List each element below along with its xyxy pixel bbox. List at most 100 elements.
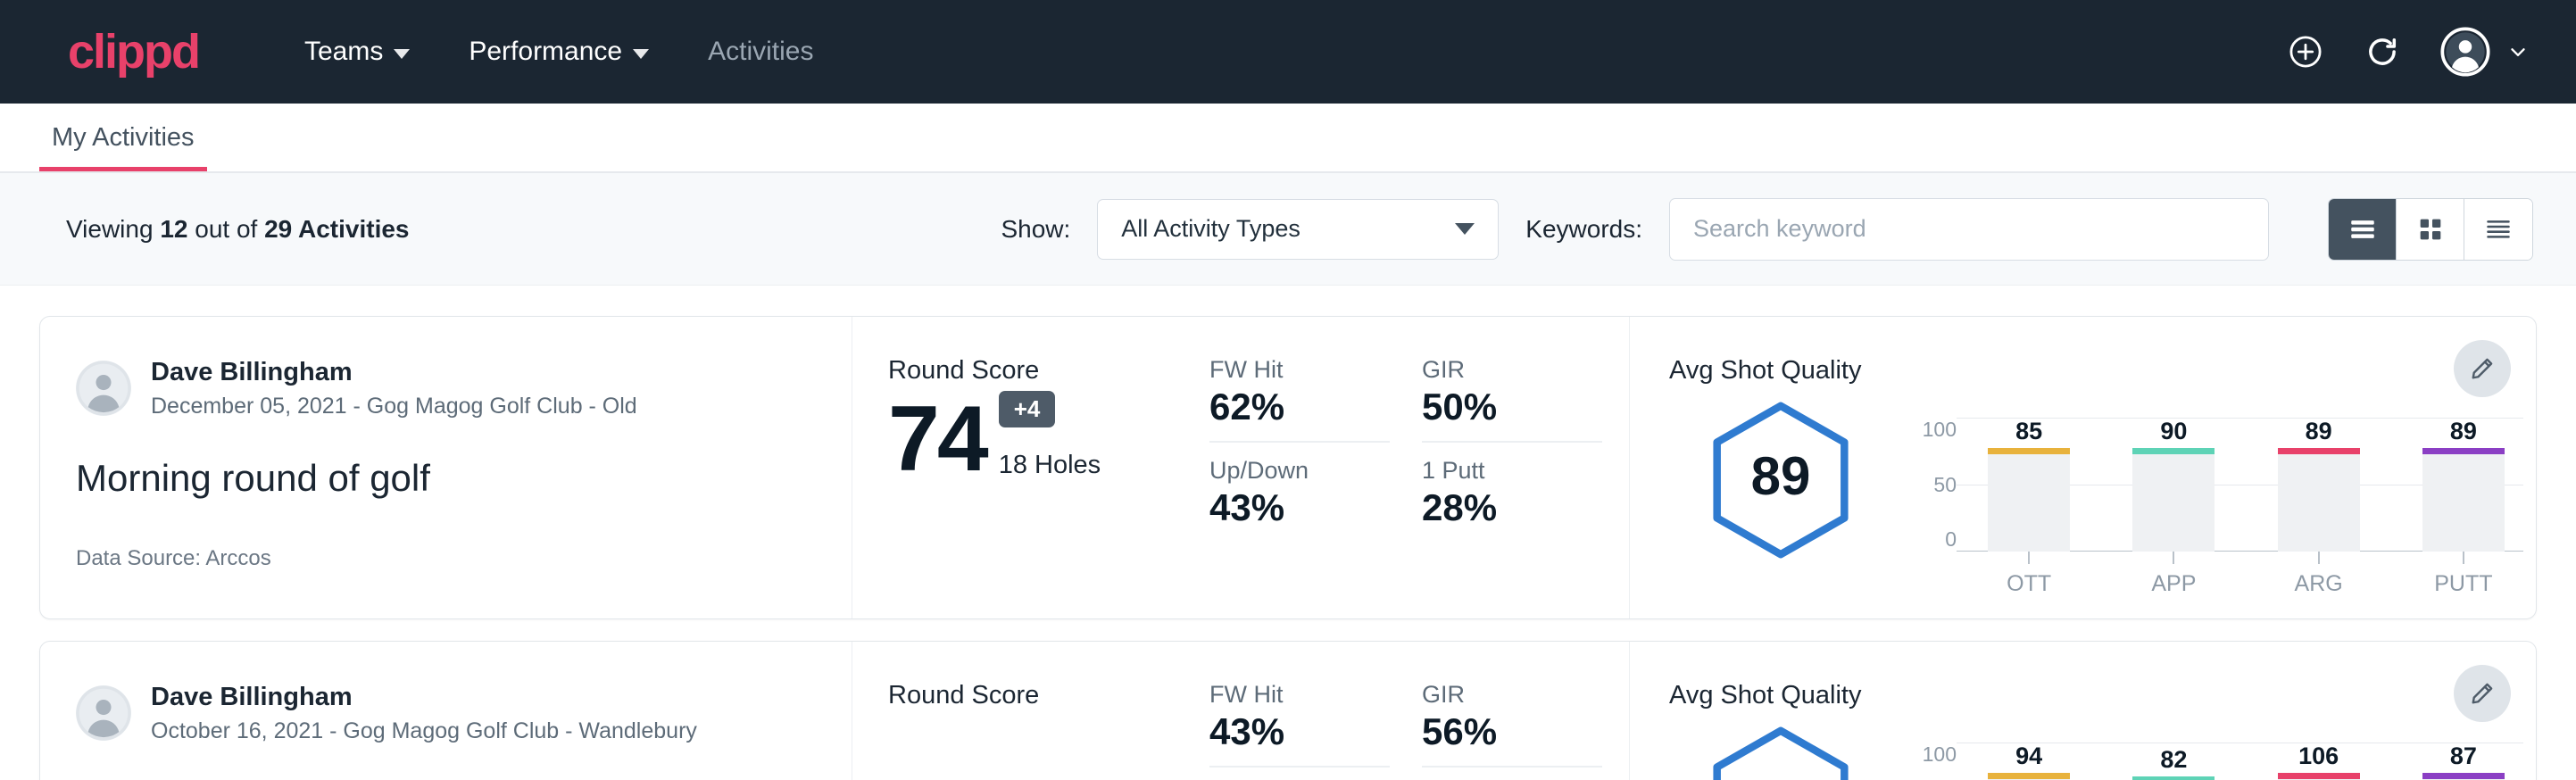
refresh-icon[interactable] <box>2364 33 2401 71</box>
chart-x-tick: OTT <box>1957 552 2101 597</box>
chart-bar <box>2278 773 2360 780</box>
chart-bar <box>1988 448 2070 552</box>
chart-bar-group: 94 <box>1957 743 2101 780</box>
activity-summary: Dave Billingham December 05, 2021 - Gog … <box>40 317 852 618</box>
bar-value-label: 89 <box>2450 418 2477 445</box>
chart-bar-group: 82 <box>2101 743 2246 780</box>
top-nav-actions <box>2287 27 2530 77</box>
viewing-prefix: Viewing <box>66 215 160 243</box>
avg-shot-quality-section: Avg Shot Quality 89 100 50 0 <box>1629 317 2536 618</box>
stat-value: 43% <box>1209 710 1390 753</box>
chart-x-tick: ARG <box>2247 552 2391 597</box>
tick-label: PUTT <box>2434 571 2492 597</box>
chart-bar-cap <box>1988 773 2070 779</box>
tick-label: APP <box>2151 571 2196 597</box>
stats-section: FW Hit 62% GIR 50% Up/Down 43% 1 Putt 28… <box>1209 317 1629 618</box>
stat-value: 56% <box>1422 710 1602 753</box>
chart-bar <box>2422 773 2505 780</box>
author-name: Dave Billingham <box>151 356 637 388</box>
chart-bar <box>2278 448 2360 552</box>
nav-item-label: Teams <box>304 37 383 67</box>
shot-quality-hexagon: 89 <box>1669 391 1892 560</box>
app-logo[interactable]: clippd <box>68 28 199 76</box>
holes-label: 18 Holes <box>999 451 1101 480</box>
chart-bar-group: 89 <box>2391 418 2536 552</box>
stat-value: 28% <box>1422 486 1602 529</box>
stat-label: GIR <box>1422 356 1602 384</box>
activity-author: Dave Billingham December 05, 2021 - Gog … <box>76 356 816 421</box>
bar-value-label: 89 <box>2306 418 2332 445</box>
filter-toolbar: Viewing 12 out of 29 Activities Show: Al… <box>0 173 2576 286</box>
stat-one-putt: 1 Putt 28% <box>1422 443 1602 529</box>
round-score-label: Round Score <box>888 356 1209 386</box>
main-nav: Teams Performance Activities <box>304 37 813 67</box>
tick-mark <box>2463 552 2464 564</box>
round-score-label: Round Score <box>888 681 1209 710</box>
viewing-total: 29 Activities <box>264 215 409 243</box>
chart-x-tick: PUTT <box>2391 552 2536 597</box>
chart-bar-group: 89 <box>2247 418 2391 552</box>
activity-title: Morning round of golf <box>76 457 816 500</box>
grid-view-button[interactable] <box>2397 199 2464 260</box>
tick-mark <box>2318 552 2320 564</box>
shot-quality-hexagon <box>1669 716 1892 780</box>
add-circle-icon[interactable] <box>2287 33 2324 71</box>
activity-list: Dave Billingham December 05, 2021 - Gog … <box>0 286 2576 780</box>
y-tick: 50 <box>1933 473 1957 497</box>
round-score-section: Round Score <box>852 642 1209 780</box>
activity-summary: Dave Billingham October 16, 2021 - Gog M… <box>40 642 852 780</box>
shot-quality-value: 89 <box>1669 391 1892 560</box>
tab-my-activities[interactable]: My Activities <box>39 123 207 171</box>
stat-value: 50% <box>1422 386 1602 428</box>
nav-item-activities[interactable]: Activities <box>708 37 813 67</box>
activity-card[interactable]: Dave Billingham December 05, 2021 - Gog … <box>39 316 2537 619</box>
bar-value-label: 85 <box>2015 418 2042 445</box>
stat-label: 1 Putt <box>1422 457 1602 485</box>
chevron-down-icon <box>633 49 649 59</box>
shot-quality-value <box>1669 716 1892 780</box>
list-view-button[interactable] <box>2329 199 2397 260</box>
chart-y-axis: 100 50 0 <box>1901 716 1957 780</box>
user-menu[interactable] <box>2440 27 2530 77</box>
stats-section: FW Hit 43% GIR 56% <box>1209 642 1629 780</box>
activity-type-select[interactable]: All Activity Types <box>1097 199 1499 260</box>
stat-gir: GIR 56% <box>1422 681 1602 768</box>
stat-fw-hit: FW Hit 43% <box>1209 681 1390 768</box>
activity-card[interactable]: Dave Billingham October 16, 2021 - Gog M… <box>39 641 2537 780</box>
activity-author: Dave Billingham October 16, 2021 - Gog M… <box>76 681 816 746</box>
nav-item-performance[interactable]: Performance <box>469 37 649 67</box>
stat-gir: GIR 50% <box>1422 356 1602 443</box>
toolbar-controls: Show: All Activity Types Keywords: <box>1001 198 2533 261</box>
author-name: Dave Billingham <box>151 681 697 713</box>
stat-label: FW Hit <box>1209 681 1390 709</box>
bar-value-label: 87 <box>2450 743 2477 770</box>
edit-activity-button[interactable] <box>2454 665 2511 722</box>
chart-bars: 85 90 89 89 <box>1957 418 2536 552</box>
view-toggle-group <box>2328 198 2533 261</box>
tick-label: ARG <box>2295 571 2343 597</box>
bar-value-label: 90 <box>2160 418 2187 445</box>
y-tick: 100 <box>1923 743 1957 767</box>
chart-bar-cap <box>2278 448 2360 454</box>
nav-item-teams[interactable]: Teams <box>304 37 410 67</box>
activity-type-value: All Activity Types <box>1121 215 1300 243</box>
avg-shot-quality-label: Avg Shot Quality <box>1669 681 2536 710</box>
tab-label: My Activities <box>52 123 195 152</box>
pencil-icon <box>2469 355 2496 382</box>
stat-label: Up/Down <box>1209 457 1390 485</box>
stat-value: 62% <box>1209 386 1390 428</box>
chart-bar-cap <box>1988 448 2070 454</box>
search-input[interactable] <box>1669 198 2269 261</box>
chart-bar-group: 90 <box>2101 418 2246 552</box>
avg-shot-quality-label: Avg Shot Quality <box>1669 356 2536 386</box>
stat-label: FW Hit <box>1209 356 1390 384</box>
show-label: Show: <box>1001 215 1070 244</box>
score-differential-badge: +4 <box>999 391 1056 427</box>
edit-activity-button[interactable] <box>2454 340 2511 397</box>
round-score-section: Round Score 74 +4 18 Holes <box>852 317 1209 618</box>
bar-value-label: 94 <box>2015 743 2042 770</box>
activity-meta: October 16, 2021 - Gog Magog Golf Club -… <box>151 717 697 746</box>
keywords-label: Keywords: <box>1525 215 1642 244</box>
compact-view-button[interactable] <box>2464 199 2532 260</box>
bar-value-label: 106 <box>2298 743 2339 770</box>
